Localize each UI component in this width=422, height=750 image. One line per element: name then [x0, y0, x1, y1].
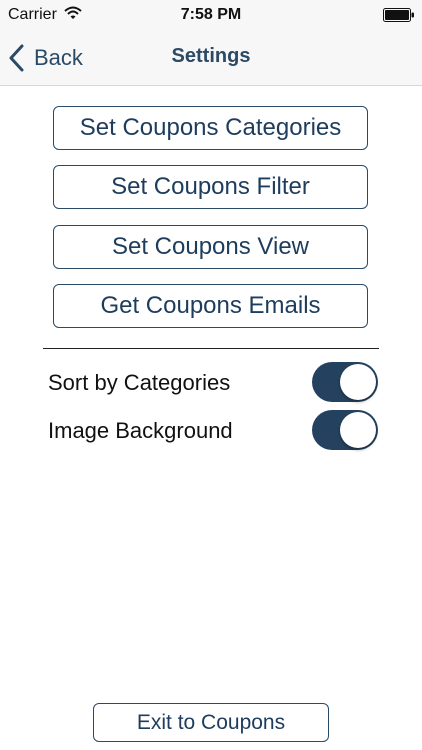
get-coupons-emails-button[interactable]: Get Coupons Emails — [53, 284, 368, 328]
sort-by-categories-row: Sort by Categories — [48, 362, 378, 402]
divider — [43, 348, 379, 349]
toggle-knob — [340, 412, 376, 448]
sort-by-categories-toggle[interactable] — [312, 362, 378, 402]
page-title: Settings — [171, 45, 251, 67]
settings-screen: Carrier 7:58 PM Back Settings Set Coupon… — [0, 0, 422, 750]
status-time: 7:58 PM — [180, 6, 242, 23]
exit-to-coupons-button[interactable]: Exit to Coupons — [93, 703, 329, 742]
set-coupons-filter-button[interactable]: Set Coupons Filter — [53, 165, 368, 209]
navigation-bar: Back Settings — [0, 32, 422, 86]
sort-by-categories-label: Sort by Categories — [48, 370, 231, 395]
status-bar: Carrier 7:58 PM — [0, 0, 422, 32]
battery-icon — [383, 8, 414, 22]
set-coupons-categories-button[interactable]: Set Coupons Categories — [53, 106, 368, 150]
image-background-toggle[interactable] — [312, 410, 378, 450]
set-coupons-view-button[interactable]: Set Coupons View — [53, 225, 368, 269]
image-background-label: Image Background — [48, 418, 233, 443]
image-background-row: Image Background — [48, 410, 378, 450]
toggle-knob — [340, 364, 376, 400]
